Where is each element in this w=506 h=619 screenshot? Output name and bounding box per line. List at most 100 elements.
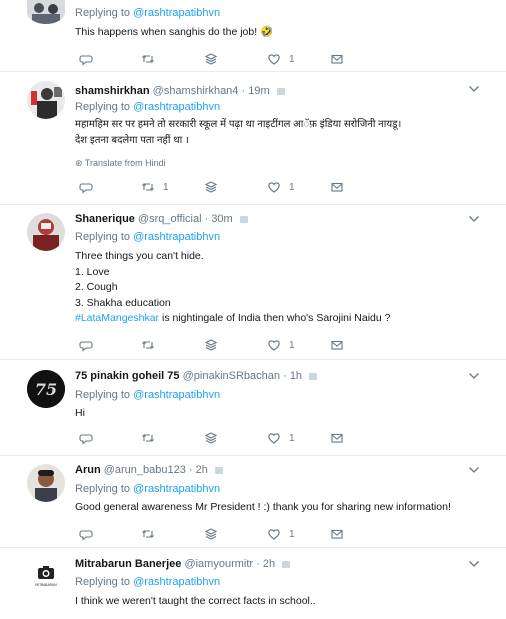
tweet-actions: 1	[75, 52, 395, 66]
chevron-down-icon[interactable]	[468, 560, 480, 568]
retweet-icon	[142, 341, 154, 349]
reply-button[interactable]	[79, 527, 93, 541]
retweet-button[interactable]: 1	[141, 180, 169, 194]
retweet-icon	[142, 530, 154, 538]
dm-button[interactable]	[204, 52, 218, 66]
envelope-icon	[331, 433, 343, 443]
message-button[interactable]	[330, 52, 344, 66]
retweet-count: 1	[163, 181, 169, 193]
reply-button[interactable]	[79, 180, 93, 194]
replying-to: Replying to @rashtrapatibhvn	[75, 101, 221, 113]
tweet-text: Hi	[75, 407, 85, 419]
svg-text:MITRABARUN: MITRABARUN	[35, 583, 57, 587]
reply-handle-link[interactable]: @rashtrapatibhvn	[133, 389, 220, 401]
tweet[interactable]: shamshirkhan @shamshirkhan4 · 19m Replyi…	[0, 72, 506, 205]
tweet-time[interactable]: 19m	[248, 85, 269, 97]
card-icon	[309, 372, 318, 380]
message-button[interactable]	[330, 527, 344, 541]
reply-handle-link[interactable]: @rashtrapatibhvn	[133, 101, 220, 113]
tweet-time[interactable]: 2h	[263, 558, 275, 570]
reply-handle-link[interactable]: @rashtrapatibhvn	[133, 483, 220, 495]
user-handle[interactable]: @iamyourmitr	[184, 558, 253, 570]
avatar[interactable]	[27, 0, 65, 24]
tweet-actions: 1	[75, 338, 395, 352]
replying-to: Replying to @rashtrapatibhvn	[75, 7, 221, 19]
tweet-header: shamshirkhan @shamshirkhan4 · 19m	[75, 85, 285, 97]
tweet[interactable]: MITRABARUN Mitrabarun Banerjee @iamyourm…	[0, 548, 506, 619]
globe-icon: ⊛	[75, 158, 83, 168]
envelope-icon	[331, 340, 343, 350]
dm-button[interactable]	[204, 180, 218, 194]
message-button[interactable]	[330, 431, 344, 445]
like-button[interactable]: 1	[267, 180, 295, 194]
message-button[interactable]	[330, 338, 344, 352]
tweet-time[interactable]: 2h	[196, 464, 208, 476]
avatar[interactable]	[27, 81, 65, 119]
reply-button[interactable]	[79, 431, 93, 445]
dm-button[interactable]	[204, 338, 218, 352]
tweet-actions: 1	[75, 431, 395, 445]
tweet[interactable]: Replying to @rashtrapatibhvn This happen…	[0, 0, 506, 72]
tweet[interactable]: Arun @arun_babu123 · 2h Replying to @ras…	[0, 456, 506, 548]
reply-handle-link[interactable]: @rashtrapatibhvn	[133, 231, 220, 243]
tweet-text: This happens when sanghis do the job! 🤣	[75, 26, 274, 38]
like-button[interactable]: 1	[267, 338, 295, 352]
display-name[interactable]: Shanerique	[75, 213, 135, 225]
message-button[interactable]	[330, 180, 344, 194]
heart-icon	[268, 340, 280, 351]
user-handle[interactable]: @srq_official	[138, 213, 202, 225]
envelope-icon	[331, 182, 343, 192]
retweet-button[interactable]	[141, 431, 155, 445]
like-count: 1	[289, 432, 295, 444]
layers-icon	[204, 528, 218, 540]
tweet[interactable]: Shanerique @srq_official · 30m Replying …	[0, 205, 506, 360]
tweet-text: Good general awareness Mr President ! :)…	[75, 501, 451, 513]
user-handle[interactable]: @arun_babu123	[104, 464, 186, 476]
card-icon	[282, 560, 291, 568]
heart-icon	[268, 433, 280, 444]
display-name[interactable]: Arun	[75, 464, 101, 476]
dm-button[interactable]	[204, 431, 218, 445]
translate-link[interactable]: ⊛ Translate from Hindi	[75, 158, 166, 169]
avatar[interactable]: MITRABARUN	[27, 558, 65, 596]
chevron-down-icon[interactable]	[468, 215, 480, 223]
chevron-down-icon[interactable]	[468, 85, 480, 93]
card-icon	[214, 466, 223, 474]
reply-icon	[79, 530, 93, 541]
avatar[interactable]	[27, 464, 65, 502]
reply-handle-link[interactable]: @rashtrapatibhvn	[133, 7, 220, 19]
reply-icon	[79, 434, 93, 445]
tweet-time[interactable]: 30m	[211, 213, 232, 225]
tweet[interactable]: 75 75 pinakin goheil 75 @pinakinSRbachan…	[0, 360, 506, 456]
tweet-time[interactable]: 1h	[290, 370, 302, 382]
display-name[interactable]: Mitrabarun Banerjee	[75, 558, 181, 570]
user-handle[interactable]: @shamshirkhan4	[153, 85, 239, 97]
like-button[interactable]: 1	[267, 52, 295, 66]
heart-icon	[268, 182, 280, 193]
chevron-down-icon[interactable]	[468, 372, 480, 380]
reply-icon	[79, 341, 93, 352]
like-count: 1	[289, 528, 295, 540]
retweet-button[interactable]	[141, 52, 155, 66]
chevron-down-icon[interactable]	[468, 466, 480, 474]
dm-button[interactable]	[204, 527, 218, 541]
replying-to: Replying to @rashtrapatibhvn	[75, 389, 221, 401]
user-handle[interactable]: @pinakinSRbachan	[183, 370, 280, 382]
like-button[interactable]: 1	[267, 431, 295, 445]
tweet-text: I think we weren't taught the correct fa…	[75, 595, 316, 607]
retweet-icon	[142, 434, 154, 442]
reply-handle-link[interactable]: @rashtrapatibhvn	[133, 576, 220, 588]
avatar[interactable]: 75	[27, 370, 65, 408]
reply-button[interactable]	[79, 338, 93, 352]
retweet-button[interactable]	[141, 527, 155, 541]
display-name[interactable]: 75 pinakin goheil 75	[75, 370, 180, 382]
like-button[interactable]: 1	[267, 527, 295, 541]
card-icon	[276, 87, 285, 95]
tweet-text: Three things you can't hide. 1. Love 2. …	[75, 250, 391, 324]
card-icon	[239, 215, 248, 223]
avatar[interactable]	[27, 213, 65, 251]
hashtag-link[interactable]: #LataMangeshkar	[75, 312, 159, 324]
display-name[interactable]: shamshirkhan	[75, 85, 150, 97]
retweet-button[interactable]	[141, 338, 155, 352]
reply-button[interactable]	[79, 52, 93, 66]
